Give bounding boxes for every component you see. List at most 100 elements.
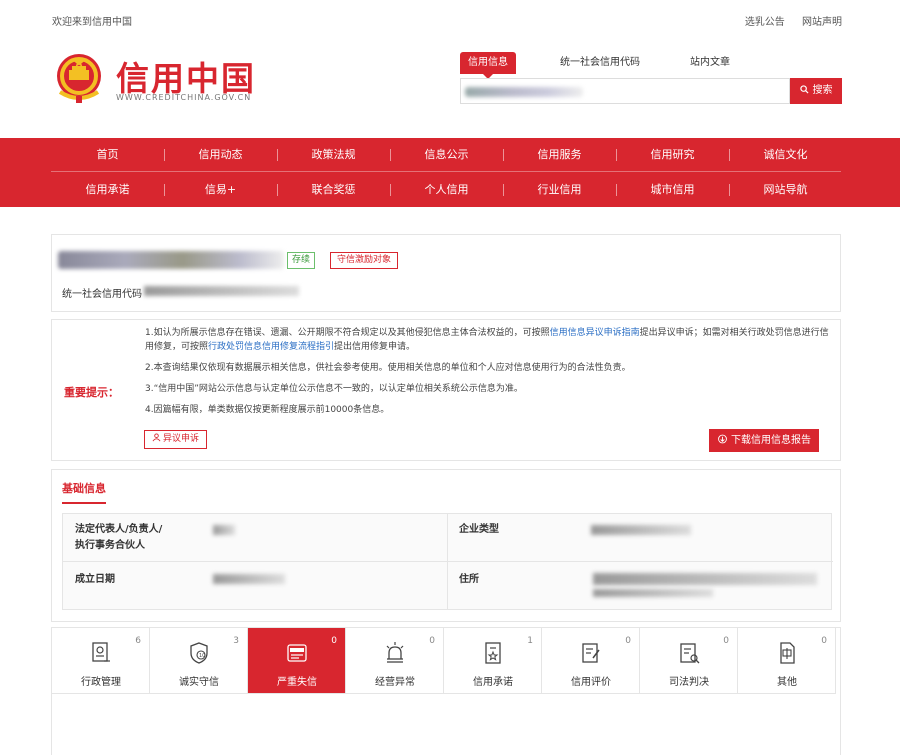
nav-personal-credit[interactable]: 个人信用 bbox=[390, 173, 503, 207]
nav-credit-commitment[interactable]: 信用承诺 bbox=[51, 173, 164, 207]
notice-line-1-text-c: 提出信用修复申请。 bbox=[334, 342, 416, 352]
status-badge: 存续 bbox=[287, 252, 316, 269]
blacklist-icon bbox=[287, 644, 307, 662]
top-bar: 欢迎来到信用中国 选乳公告 网站声明 bbox=[0, 0, 900, 34]
tab-label: 其他 bbox=[777, 677, 797, 688]
search-tab-credit-info[interactable]: 信用信息 bbox=[460, 52, 516, 79]
nav-credit-research[interactable]: 信用研究 bbox=[616, 138, 729, 172]
basic-info-title[interactable]: 基础信息 bbox=[62, 480, 106, 504]
objection-guide-link[interactable]: 信用信息异议申诉指南 bbox=[550, 328, 640, 338]
search-tab-articles[interactable]: 站内文章 bbox=[690, 52, 730, 74]
tab-honest-trustworthy[interactable]: 3 10 诚实守信 bbox=[150, 628, 248, 694]
tab-credit-evaluation[interactable]: 0 信用评价 bbox=[542, 628, 640, 694]
tab-label: 信用评价 bbox=[571, 677, 611, 688]
tab-label: 司法判决 bbox=[669, 677, 709, 688]
notice-title: 重要提示： bbox=[64, 386, 119, 399]
search-tab-uscc[interactable]: 统一社会信用代码 bbox=[560, 52, 640, 74]
welcome-text: 欢迎来到信用中国 bbox=[52, 17, 132, 28]
address-label: 住所 bbox=[459, 574, 479, 585]
nav-row-2: 信用承诺 信易+ 联合奖惩 个人信用 行业信用 城市信用 网站导航 bbox=[51, 173, 841, 207]
nav-home[interactable]: 首页 bbox=[51, 138, 164, 172]
company-card: 存续 守信激励对象 统一社会信用代码 bbox=[51, 234, 841, 312]
tab-judicial-judgment[interactable]: 0 司法判决 bbox=[640, 628, 738, 694]
svg-text:10: 10 bbox=[199, 653, 205, 659]
table-row bbox=[63, 562, 833, 610]
important-notice: 重要提示： 1.如认为所展示信息存在错误、遗漏、公开期限不符合规定以及其他侵犯信… bbox=[51, 319, 841, 461]
basic-info-section: 基础信息 法定代表人/负责人/ 执行事务合伙人 企业类型 成立日期 住所 bbox=[51, 469, 841, 622]
nav-row-1: 首页 信用动态 政策法规 信息公示 信用服务 信用研究 诚信文化 bbox=[51, 138, 841, 172]
tab-count: 0 bbox=[821, 636, 827, 646]
nav-policies[interactable]: 政策法规 bbox=[277, 138, 390, 172]
search-button[interactable]: 搜索 bbox=[790, 78, 842, 104]
judgment-icon bbox=[680, 643, 700, 664]
search-icon bbox=[799, 85, 809, 94]
tab-label: 经营异常 bbox=[375, 677, 415, 688]
notice-line-2: 2.本查询结果仅依现有数据展示相关信息，供社会参考使用。使用相关信息的单位和个人… bbox=[145, 363, 631, 373]
site-statement-link[interactable]: 网站声明 bbox=[802, 17, 842, 28]
credit-category-tabs: 6 行政管理 3 10 诚实守信 0 严重失信 0 经营异常 1 信用承诺 0 … bbox=[51, 627, 841, 755]
notice-line-1: 1.如认为所展示信息存在错误、遗漏、公开期限不符合规定以及其他侵犯信息主体合法权… bbox=[145, 326, 835, 354]
tab-admin-management[interactable]: 6 行政管理 bbox=[52, 628, 150, 694]
credit-repair-guide-link[interactable]: 行政处罚信息信用修复流程指引 bbox=[208, 342, 334, 352]
nav-xinyi-plus[interactable]: 信易+ bbox=[164, 173, 277, 207]
reward-badge[interactable]: 守信激励对象 bbox=[330, 252, 399, 269]
tab-count: 1 bbox=[527, 636, 533, 646]
tab-count: 0 bbox=[625, 636, 631, 646]
basic-info-table: 法定代表人/负责人/ 执行事务合伙人 企业类型 成立日期 住所 bbox=[62, 513, 833, 610]
company-type-label: 企业类型 bbox=[459, 524, 499, 535]
notice-line-1-text-a: 1.如认为所展示信息存在错误、遗漏、公开期限不符合规定以及其他侵犯信息主体合法权… bbox=[145, 328, 550, 338]
nav-site-map[interactable]: 网站导航 bbox=[729, 173, 842, 207]
tab-credit-commitment[interactable]: 1 信用承诺 bbox=[444, 628, 542, 694]
user-flag-icon bbox=[152, 433, 161, 442]
nav-info-disclosure[interactable]: 信息公示 bbox=[390, 138, 503, 172]
legal-rep-label: 法定代表人/负责人/ 执行事务合伙人 bbox=[75, 522, 162, 554]
notice-line-4: 4.因篇幅有限，单类数据仅按更新程度展示前10000条信息。 bbox=[145, 405, 390, 415]
top-links: 选乳公告 网站声明 bbox=[731, 13, 842, 28]
nav-city-credit[interactable]: 城市信用 bbox=[616, 173, 729, 207]
notice-text: 1.如认为所展示信息存在错误、遗漏、公开期限不符合规定以及其他侵犯信息主体合法权… bbox=[145, 326, 835, 424]
table-row bbox=[63, 514, 833, 562]
tab-serious-dishonesty[interactable]: 0 严重失信 bbox=[248, 628, 346, 694]
download-button-label: 下载信用信息报告 bbox=[731, 435, 811, 446]
established-date-value-redacted bbox=[213, 574, 285, 584]
uscc-label: 统一社会信用代码 bbox=[62, 289, 142, 300]
search-query-redacted bbox=[465, 87, 583, 97]
tab-count: 0 bbox=[723, 636, 729, 646]
nav-industry-credit[interactable]: 行业信用 bbox=[503, 173, 616, 207]
nav-joint-rewards[interactable]: 联合奖惩 bbox=[277, 173, 390, 207]
download-cloud-icon bbox=[718, 434, 727, 444]
search-input[interactable] bbox=[460, 78, 790, 104]
legal-rep-label-line-1: 法定代表人/负责人/ bbox=[75, 524, 163, 535]
legal-rep-value-redacted bbox=[213, 525, 235, 535]
tab-count: 6 bbox=[135, 636, 141, 646]
established-date-label: 成立日期 bbox=[75, 574, 115, 585]
tab-label: 严重失信 bbox=[277, 677, 317, 688]
announcement-link[interactable]: 选乳公告 bbox=[745, 17, 785, 28]
search-button-label: 搜索 bbox=[812, 85, 833, 96]
download-report-button[interactable]: 下载信用信息报告 bbox=[709, 429, 819, 452]
admin-doc-icon bbox=[92, 642, 110, 662]
objection-button[interactable]: 异议申诉 bbox=[144, 430, 208, 449]
tab-count: 0 bbox=[429, 636, 435, 646]
tab-abnormal-operation[interactable]: 0 经营异常 bbox=[346, 628, 444, 694]
tab-label: 行政管理 bbox=[81, 677, 121, 688]
nav-credit-service[interactable]: 信用服务 bbox=[503, 138, 616, 172]
national-emblem-icon bbox=[57, 54, 101, 103]
table-divider bbox=[447, 514, 448, 610]
page: 欢迎来到信用中国 选乳公告 网站声明 信用中国 WWW.CREDITCHINA.… bbox=[0, 0, 900, 755]
alarm-icon bbox=[386, 642, 404, 663]
tab-label: 诚实守信 bbox=[179, 677, 219, 688]
objection-button-label: 异议申诉 bbox=[163, 434, 200, 444]
nav-integrity-culture[interactable]: 诚信文化 bbox=[729, 138, 842, 172]
tab-count: 3 bbox=[233, 636, 239, 646]
address-value-redacted bbox=[593, 573, 817, 585]
shield-icon: 10 bbox=[190, 642, 208, 664]
company-name-redacted bbox=[58, 251, 284, 269]
uscc-value-redacted bbox=[144, 286, 299, 296]
tab-count: 0 bbox=[331, 636, 337, 646]
company-type-value-redacted bbox=[591, 525, 691, 535]
nav-credit-news[interactable]: 信用动态 bbox=[164, 138, 277, 172]
address-value-redacted-line-2 bbox=[593, 589, 713, 597]
tab-other[interactable]: 0 其他 bbox=[738, 628, 836, 694]
main-nav: 首页 信用动态 政策法规 信息公示 信用服务 信用研究 诚信文化 信用承诺 信易… bbox=[0, 138, 900, 207]
